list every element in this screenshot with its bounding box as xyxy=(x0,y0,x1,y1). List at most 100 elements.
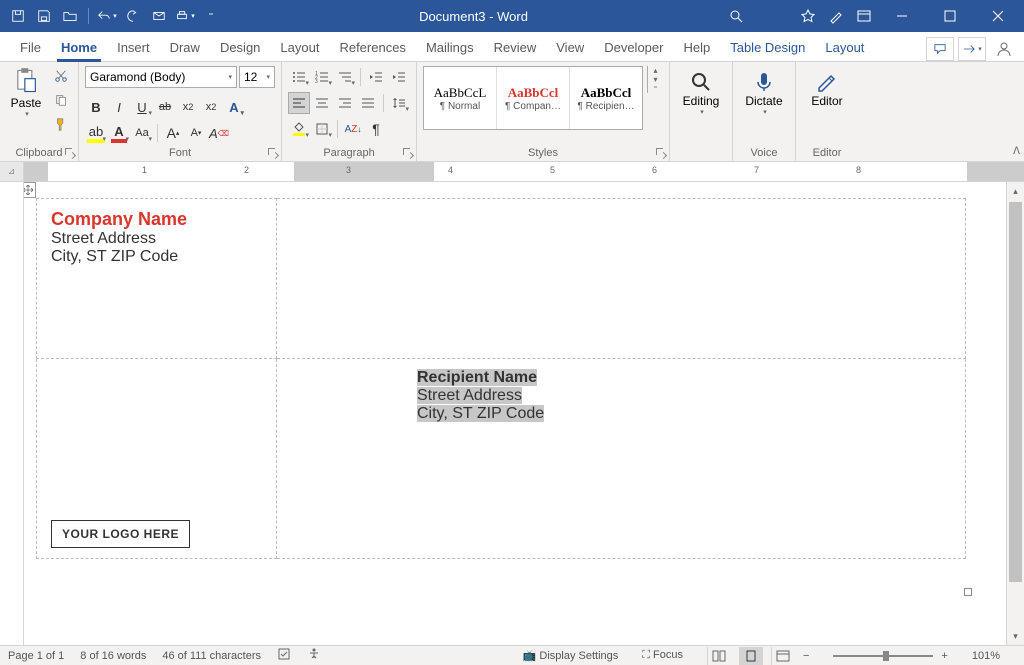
empty-cell-tr[interactable] xyxy=(277,199,966,359)
document-table[interactable]: Company Name Street Address City, ST ZIP… xyxy=(36,198,966,559)
sender-street[interactable]: Street Address xyxy=(51,230,262,248)
logo-placeholder[interactable]: YOUR LOGO HERE xyxy=(51,520,190,548)
align-left-icon[interactable] xyxy=(288,92,310,114)
strike-button[interactable]: ab xyxy=(154,96,176,118)
align-right-icon[interactable] xyxy=(334,92,356,114)
gallery-down-icon[interactable]: ▾ xyxy=(648,75,663,84)
focus-button[interactable]: ⛶ Focus xyxy=(642,649,683,662)
shading-icon[interactable] xyxy=(288,118,310,140)
line-spacing-icon[interactable] xyxy=(388,92,410,114)
copy-icon[interactable] xyxy=(50,90,72,110)
tab-table-design[interactable]: Table Design xyxy=(720,34,815,61)
justify-icon[interactable] xyxy=(357,92,379,114)
coming-soon-icon[interactable] xyxy=(824,4,848,28)
scroll-up-icon[interactable]: ▴ xyxy=(1007,182,1024,200)
underline-button[interactable]: U xyxy=(131,96,153,118)
share-button[interactable]: ▾ xyxy=(958,37,986,61)
gallery-more-icon[interactable]: ⁼ xyxy=(648,84,663,93)
ribbon-display-icon[interactable] xyxy=(852,4,876,28)
page[interactable]: Company Name Street Address City, ST ZIP… xyxy=(36,198,996,559)
paragraph-launcher-icon[interactable] xyxy=(403,148,413,158)
table-move-handle-icon[interactable] xyxy=(24,182,36,198)
style-normal[interactable]: AaBbCcL ¶ Normal xyxy=(424,67,497,129)
highlight-icon[interactable]: ab xyxy=(85,122,107,144)
paste-button[interactable]: Paste ▾ xyxy=(6,66,46,118)
collapse-ribbon-icon[interactable]: ᐱ xyxy=(1013,146,1020,157)
tab-design[interactable]: Design xyxy=(210,34,270,61)
vertical-ruler[interactable] xyxy=(0,182,24,645)
cut-icon[interactable] xyxy=(50,66,72,86)
tab-references[interactable]: References xyxy=(329,34,415,61)
comments-button[interactable] xyxy=(926,37,954,61)
align-center-icon[interactable] xyxy=(311,92,333,114)
document-scroll[interactable]: Company Name Street Address City, ST ZIP… xyxy=(24,182,1006,645)
status-page[interactable]: Page 1 of 1 xyxy=(8,650,64,662)
tab-developer[interactable]: Developer xyxy=(594,34,673,61)
qat-customize-icon[interactable]: ⁼ xyxy=(199,4,223,28)
tab-insert[interactable]: Insert xyxy=(107,34,160,61)
save-icon[interactable] xyxy=(32,4,56,28)
editor-button[interactable]: Editor xyxy=(802,66,852,112)
redo-icon[interactable] xyxy=(121,4,145,28)
tab-table-layout[interactable]: Layout xyxy=(815,34,874,61)
zoom-level[interactable]: 101% xyxy=(972,650,1000,662)
minimize-button[interactable] xyxy=(880,0,924,32)
subscript-button[interactable]: x2 xyxy=(177,96,199,118)
recipient-street[interactable]: Street Address xyxy=(417,387,522,404)
print-layout-icon[interactable] xyxy=(739,647,763,665)
tab-layout[interactable]: Layout xyxy=(270,34,329,61)
indent-icon[interactable] xyxy=(388,66,410,88)
text-effects-icon[interactable]: A xyxy=(223,96,245,118)
gallery-up-icon[interactable]: ▴ xyxy=(648,66,663,75)
tab-review[interactable]: Review xyxy=(484,34,547,61)
company-name[interactable]: Company Name xyxy=(51,209,262,230)
autosave-icon[interactable] xyxy=(6,4,30,28)
zoom-slider[interactable] xyxy=(833,655,933,657)
recipient-name[interactable]: Recipient Name xyxy=(417,369,537,386)
status-words[interactable]: 8 of 16 words xyxy=(80,650,146,662)
style-recipient[interactable]: AaBbCcl ¶ Recipien… xyxy=(570,67,642,129)
zoom-out-button[interactable]: − xyxy=(803,650,809,662)
styles-gallery[interactable]: AaBbCcL ¶ Normal AaBbCcl ¶ Compan… AaBbC… xyxy=(423,66,643,130)
bullets-icon[interactable] xyxy=(288,66,310,88)
format-painter-icon[interactable] xyxy=(50,114,72,134)
scroll-thumb[interactable] xyxy=(1009,202,1022,582)
close-button[interactable] xyxy=(976,0,1020,32)
status-proofing-icon[interactable] xyxy=(277,647,291,664)
shrink-font-icon[interactable]: A▾ xyxy=(185,122,207,144)
outdent-icon[interactable] xyxy=(365,66,387,88)
font-launcher-icon[interactable] xyxy=(268,148,278,158)
styles-launcher-icon[interactable] xyxy=(656,148,666,158)
ruler-corner[interactable]: ⊿ xyxy=(0,162,24,181)
font-color-icon[interactable]: A xyxy=(108,122,130,144)
sender-city[interactable]: City, ST ZIP Code xyxy=(51,248,262,266)
tab-draw[interactable]: Draw xyxy=(160,34,210,61)
account-icon[interactable] xyxy=(990,37,1018,61)
italic-button[interactable]: I xyxy=(108,96,130,118)
horizontal-ruler[interactable]: 1 2 3 4 5 6 7 8 xyxy=(24,162,1024,181)
change-case-icon[interactable]: Aa xyxy=(131,122,153,144)
status-chars[interactable]: 46 of 111 characters xyxy=(162,650,261,662)
tab-file[interactable]: File xyxy=(10,34,51,61)
tab-help[interactable]: Help xyxy=(673,34,720,61)
multilevel-icon[interactable] xyxy=(334,66,356,88)
dictate-button[interactable]: Dictate▾ xyxy=(739,66,789,120)
sort-icon[interactable]: AZ↓ xyxy=(342,118,364,140)
editing-button[interactable]: Editing▾ xyxy=(676,66,726,120)
recipient-city[interactable]: City, ST ZIP Code xyxy=(417,405,544,422)
maximize-button[interactable] xyxy=(928,0,972,32)
tab-mailings[interactable]: Mailings xyxy=(416,34,484,61)
premium-icon[interactable] xyxy=(796,4,820,28)
quickprint-icon[interactable]: ▾ xyxy=(173,4,197,28)
display-settings-button[interactable]: 📺 Display Settings xyxy=(523,649,619,662)
font-name-selector[interactable]: Garamond (Body)▾ xyxy=(85,66,237,88)
undo-icon[interactable]: ▾ xyxy=(95,4,119,28)
numbering-icon[interactable]: 123 xyxy=(311,66,333,88)
styles-gallery-scroll[interactable]: ▴ ▾ ⁼ xyxy=(647,66,663,93)
email-icon[interactable] xyxy=(147,4,171,28)
tab-view[interactable]: View xyxy=(546,34,594,61)
borders-icon[interactable] xyxy=(311,118,333,140)
open-icon[interactable] xyxy=(58,4,82,28)
recipient-cell[interactable]: Recipient Name Street Address City, ST Z… xyxy=(277,359,966,559)
read-mode-icon[interactable] xyxy=(707,647,731,665)
